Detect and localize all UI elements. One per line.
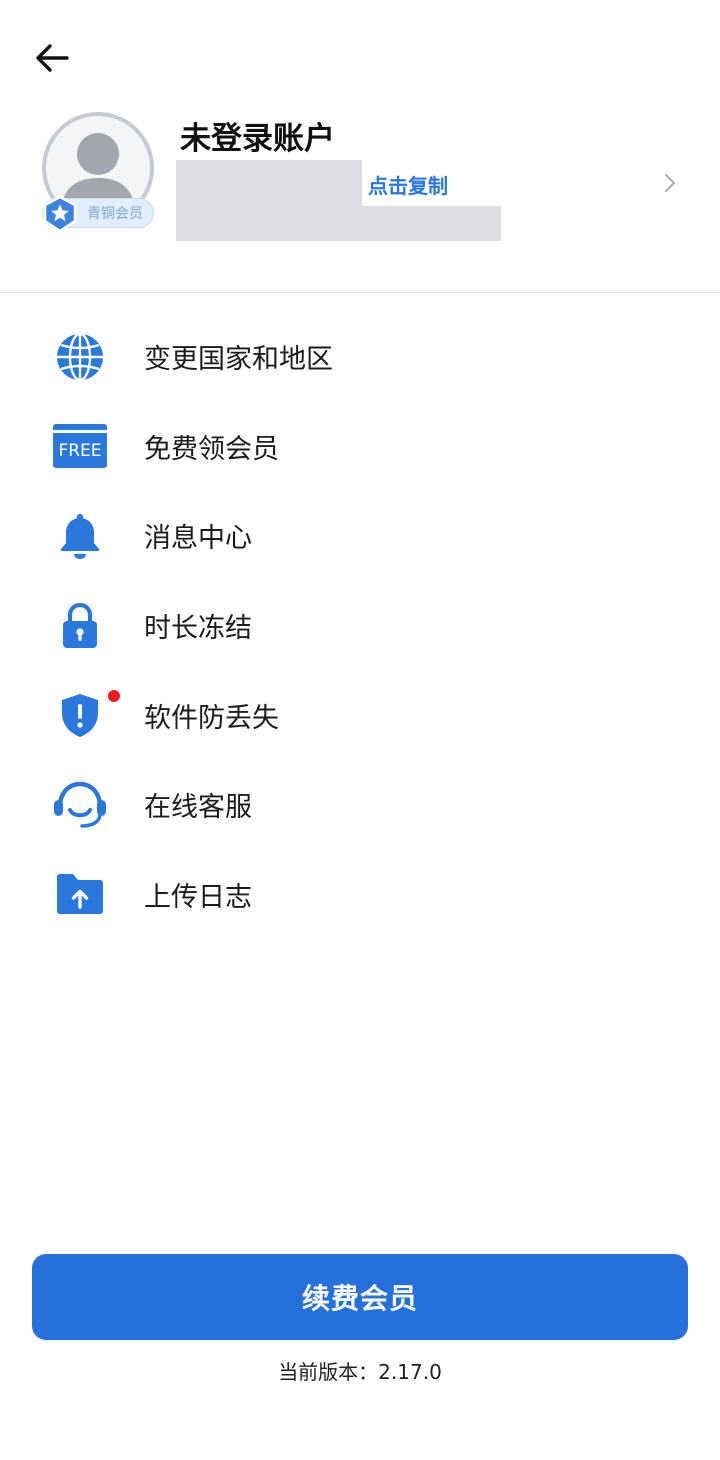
member-badge: 青铜会员 [42,195,154,233]
version-text: 当前版本：2.17.0 [278,1360,442,1384]
menu-label: 变更国家和地区 [144,344,333,376]
account-id-redacted [176,160,362,206]
menu-label: 时长冻结 [144,613,252,645]
star-badge-icon [43,195,77,233]
shield-alert-icon [52,687,108,743]
menu-label: 免费领会员 [144,433,279,465]
headset-icon [52,777,108,833]
folder-upload-icon [52,866,108,922]
menu-item-upload-log[interactable]: 上传日志 [0,850,720,940]
menu-item-messages[interactable]: 消息中心 [0,491,720,581]
renew-membership-button[interactable]: 续费会员 [32,1254,688,1340]
account-title: 未登录账户 [180,121,335,157]
account-info-redacted [176,206,501,241]
avatar-area[interactable]: 青铜会员 [42,112,156,233]
menu-item-country[interactable]: 变更国家和地区 [0,312,720,402]
copy-id-button[interactable]: 点击复制 [368,170,448,199]
menu-item-support[interactable]: 在线客服 [0,760,720,850]
globe-icon [52,329,108,385]
member-level-label: 青铜会员 [87,206,143,222]
bell-icon [52,508,108,564]
back-button[interactable] [30,36,74,80]
menu-list: 变更国家和地区 FREE 免费领会员 消息中心 时长冻结 软件防丢失 在线客服 … [0,312,720,939]
lock-icon [52,598,108,654]
header-divider [0,292,720,293]
notification-dot [108,690,120,703]
account-detail-chevron[interactable] [658,170,682,196]
free-icon-text: FREE [58,441,101,461]
chevron-right-icon [665,174,675,192]
menu-label: 上传日志 [144,881,252,913]
menu-label: 软件防丢失 [144,702,279,734]
menu-item-freeze[interactable]: 时长冻结 [0,581,720,671]
menu-label: 消息中心 [144,523,252,555]
free-icon: FREE [52,418,108,474]
arrow-left-icon [36,44,69,72]
menu-item-anti-loss[interactable]: 软件防丢失 [0,670,720,760]
menu-label: 在线客服 [144,792,252,824]
menu-item-free-membership[interactable]: FREE 免费领会员 [0,402,720,492]
